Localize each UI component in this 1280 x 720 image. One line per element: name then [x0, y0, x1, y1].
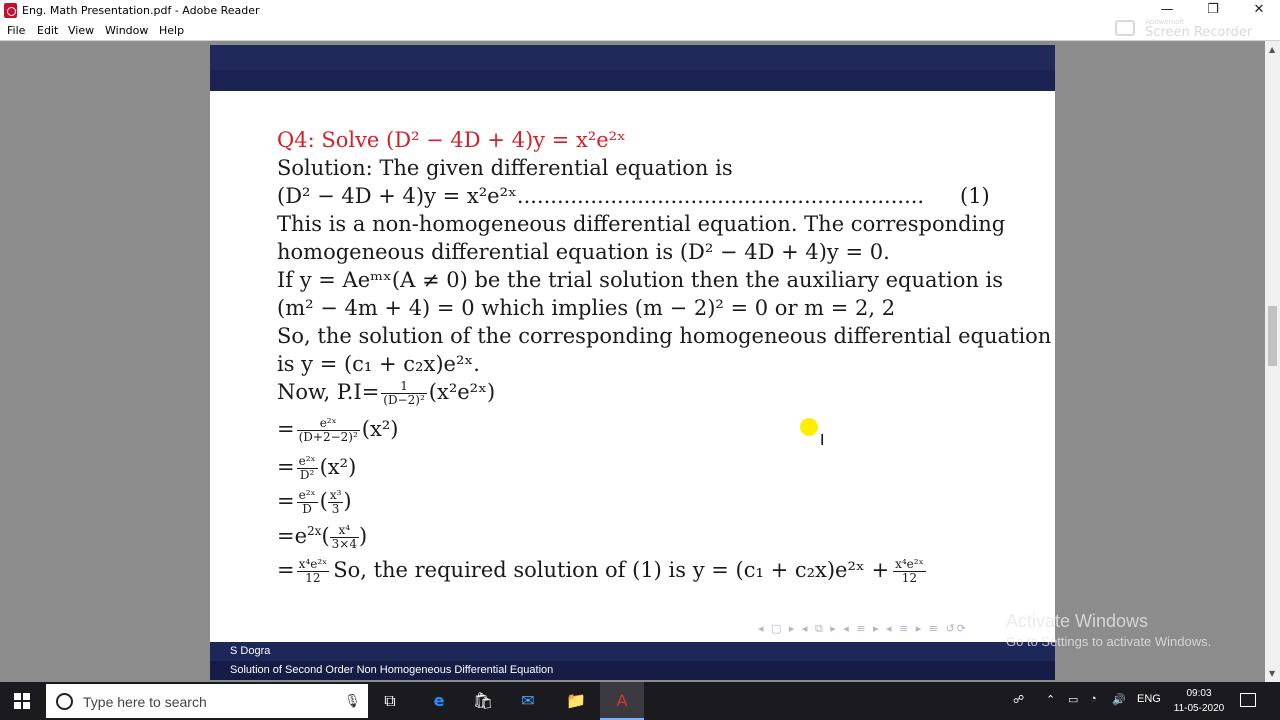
scrollbar-thumb[interactable] [1268, 306, 1277, 366]
wifi-icon[interactable]: ◔ [1090, 693, 1097, 705]
question-line: Q4: Solve (D² − 4D + 4)y = x²e²ˣ [277, 128, 626, 152]
cortana-icon [56, 693, 73, 710]
final-line: = x⁴e²ˣ 12 So, the required solution of (1)… [277, 557, 926, 585]
search-placeholder: Type here to search [83, 694, 207, 710]
step-line: = e²ˣ D² (x²) [277, 454, 357, 482]
step-line: =e2x(x⁴ 3×4) [277, 523, 368, 551]
activate-windows-notice: Activate Windows Go to Settings to activ… [1006, 611, 1211, 649]
slide-header-band [210, 45, 1055, 91]
people-icon[interactable]: ☍ [1013, 693, 1024, 706]
clock-date: 11-05-2020 [1173, 703, 1225, 714]
mail-icon[interactable]: ✉ [517, 690, 539, 712]
camera-icon [1115, 20, 1135, 36]
text-line: is y = (c₁ + c₂x)e²ˣ. [277, 352, 480, 376]
adobe-reader-taskbar-icon: A [616, 691, 628, 710]
menu-help[interactable]: Help [159, 24, 184, 37]
cursor-highlight [800, 418, 818, 436]
taskbar: Type here to search 🎙 ⧉ e 🛍 ✉ 📁 A ☍ ⌃ ▭ … [0, 682, 1280, 720]
text-line: homogeneous differential equation is (D²… [277, 240, 890, 264]
text-line: This is a non-homogeneous differential e… [277, 212, 1006, 236]
footer-title: Solution of Second Order Non Homogeneous… [230, 664, 554, 676]
windows-start-icon[interactable] [14, 693, 30, 709]
step-line: = e²ˣ (D+2−2)² (x²) [277, 416, 399, 444]
text-line: So, the solution of the corresponding ho… [277, 324, 1052, 348]
beamer-navigation-icons[interactable]: ◂ ▢ ▸ ◂ ⧉ ▸ ◂ ≡ ▸ ◂ ≡ ▸ ≡ ↺⟳ [758, 622, 968, 636]
clock-time: 09:03 [1186, 688, 1212, 699]
equation-number: (1) [960, 184, 990, 208]
menu-bar: File Edit View Window Help [0, 22, 1280, 41]
text-cursor-icon: I [820, 431, 825, 449]
scroll-down-icon[interactable]: ▼ [1269, 669, 1275, 678]
volume-icon[interactable]: 🔊 [1112, 693, 1126, 706]
equation-one: (D² − 4D + 4)y = x²e²ˣ..................… [277, 184, 925, 208]
menu-edit[interactable]: Edit [37, 24, 58, 37]
window-title: Eng. Math Presentation.pdf - Adobe Reade… [22, 4, 260, 17]
microphone-icon[interactable]: 🎙 [344, 694, 361, 709]
footer-author: S Dogra [230, 645, 271, 657]
text-line: (m² − 4m + 4) = 0 which implies (m − 2)²… [277, 296, 896, 320]
action-center-icon[interactable] [1240, 693, 1256, 707]
show-hidden-icons-chevron-icon[interactable]: ⌃ [1046, 693, 1055, 706]
taskbar-search-box[interactable]: Type here to search 🎙 [46, 684, 368, 718]
language-indicator[interactable]: ENG [1137, 693, 1161, 705]
menu-view[interactable]: View [68, 24, 94, 37]
slide-footer: S Dogra Solution of Second Order Non Hom… [210, 642, 1055, 680]
watermark-title: Screen Recorder [1145, 25, 1253, 40]
edge-browser-icon[interactable]: e [428, 690, 450, 712]
adobe-reader-icon [4, 3, 17, 18]
store-icon[interactable]: 🛍 [472, 690, 494, 712]
activate-subtitle: Go to Settings to activate Windows. [1006, 634, 1212, 649]
pdf-page: Q4: Solve (D² − 4D + 4)y = x²e²ˣ Solutio… [210, 45, 1055, 680]
taskbar-clock[interactable]: 09:03 11-05-2020 [1170, 686, 1228, 716]
recorder-watermark: Apowersoft Screen Recorder [1115, 18, 1275, 40]
step-line: = e²ˣ D(x³ 3) [277, 488, 352, 516]
menu-file[interactable]: File [7, 24, 25, 37]
menu-window[interactable]: Window [105, 24, 148, 37]
task-view-icon[interactable]: ⧉ [379, 690, 401, 712]
vertical-scrollbar[interactable]: ▲ ▼ [1265, 41, 1280, 682]
battery-icon[interactable]: ▭ [1068, 693, 1078, 706]
window-titlebar: Eng. Math Presentation.pdf - Adobe Reade… [0, 0, 1280, 22]
text-line: If y = Aeᵐˣ(A ≠ 0) be the trial solution… [277, 268, 1004, 292]
scroll-up-icon[interactable]: ▲ [1269, 45, 1275, 54]
solution-intro: Solution: The given differential equatio… [277, 156, 733, 180]
file-explorer-icon[interactable]: 📁 [565, 690, 587, 712]
activate-title: Activate Windows [1006, 611, 1149, 631]
pi-line: Now, P.I= 1 (D−2)² (x²e²ˣ) [277, 379, 496, 407]
